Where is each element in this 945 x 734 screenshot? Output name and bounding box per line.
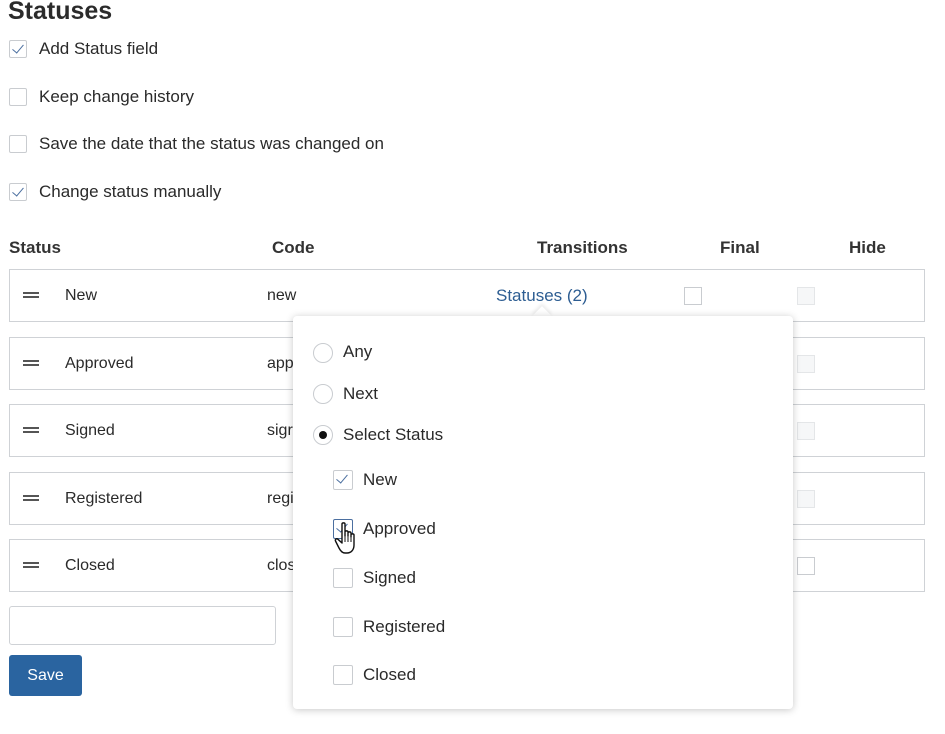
hide-checkbox — [797, 355, 815, 373]
row-status-name: New — [65, 287, 98, 304]
option-save-status-date[interactable]: Save the date that the status was change… — [9, 134, 384, 154]
transition-status-label: Registered — [363, 617, 446, 636]
option-label: Add Status field — [39, 39, 159, 58]
hide-checkbox — [797, 490, 815, 508]
radio-any[interactable] — [313, 343, 333, 363]
option-add-status-field[interactable]: Add Status field — [9, 39, 158, 59]
transition-status-registered-checkbox[interactable] — [333, 617, 353, 637]
drag-handle-icon[interactable] — [23, 292, 39, 298]
column-header-hide: Hide — [849, 238, 886, 257]
row-status-name: Registered — [65, 490, 143, 507]
radio-next[interactable] — [313, 384, 333, 404]
transition-status-label: New — [363, 470, 398, 489]
keep-change-history-checkbox[interactable] — [9, 88, 27, 106]
drag-handle-icon[interactable] — [23, 562, 39, 568]
save-button[interactable]: Save — [9, 655, 82, 696]
row-code: sigr — [267, 422, 293, 439]
option-keep-change-history[interactable]: Keep change history — [9, 87, 194, 107]
row-code: app — [267, 355, 294, 372]
table-row: New new Statuses (2) — [9, 269, 925, 322]
row-status-name: Signed — [65, 422, 115, 439]
transition-status-signed-checkbox[interactable] — [333, 568, 353, 588]
radio-label-next: Next — [343, 384, 378, 403]
save-status-date-checkbox[interactable] — [9, 135, 27, 153]
hide-checkbox — [797, 287, 815, 305]
column-header-status: Status — [9, 238, 61, 257]
hide-checkbox — [797, 422, 815, 440]
row-code: clos — [267, 557, 296, 574]
change-status-manually-checkbox[interactable] — [9, 183, 27, 201]
radio-label-any: Any — [343, 342, 373, 361]
drag-handle-icon[interactable] — [23, 360, 39, 366]
page-title: Statuses — [8, 0, 113, 25]
drag-handle-icon[interactable] — [23, 495, 39, 501]
drag-handle-icon[interactable] — [23, 427, 39, 433]
transition-status-label: Closed — [363, 665, 416, 684]
option-label: Change status manually — [39, 182, 222, 201]
column-header-transitions: Transitions — [537, 238, 628, 257]
column-header-code: Code — [272, 238, 315, 257]
transitions-link[interactable]: Statuses (2) — [496, 286, 588, 306]
transition-status-closed-checkbox[interactable] — [333, 665, 353, 685]
row-code: new — [267, 287, 297, 304]
transition-status-label: Approved — [363, 519, 436, 538]
option-label: Keep change history — [39, 87, 194, 106]
row-code: regi — [267, 490, 294, 507]
row-status-name: Approved — [65, 355, 134, 372]
final-checkbox[interactable] — [684, 287, 702, 305]
column-header-final: Final — [720, 238, 760, 257]
radio-label-select-status: Select Status — [343, 425, 444, 444]
transition-status-new-checkbox[interactable] — [333, 470, 353, 490]
hand-cursor-icon — [334, 522, 355, 554]
option-change-status-manually[interactable]: Change status manually — [9, 182, 221, 202]
transition-status-label: Signed — [363, 568, 416, 587]
radio-select-status[interactable] — [313, 425, 333, 445]
new-status-input[interactable] — [9, 606, 276, 645]
option-label: Save the date that the status was change… — [39, 134, 384, 153]
transitions-popup: Any Next Select Status New Approved Sign… — [293, 316, 793, 709]
row-status-name: Closed — [65, 557, 115, 574]
add-status-field-checkbox[interactable] — [9, 40, 27, 58]
hide-checkbox[interactable] — [797, 557, 815, 575]
